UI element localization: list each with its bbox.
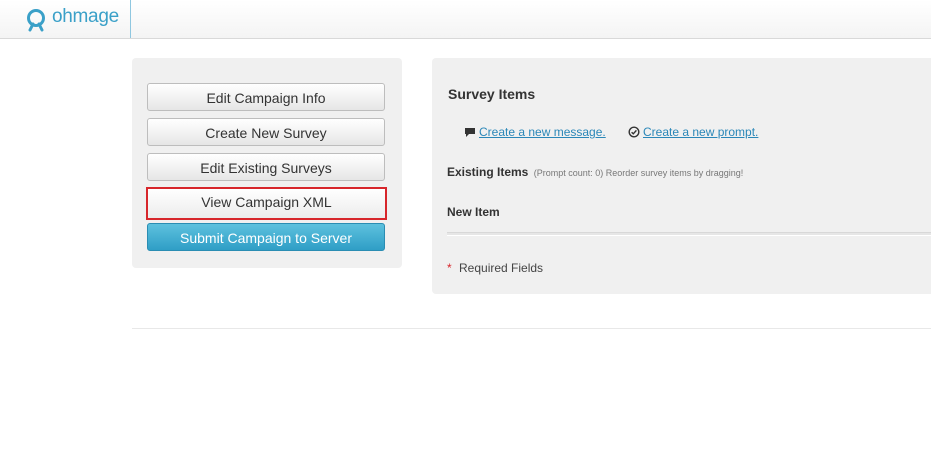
required-fields-note: * Required Fields — [447, 261, 543, 275]
view-campaign-xml-button[interactable]: View Campaign XML — [146, 187, 387, 220]
comment-icon — [465, 127, 475, 137]
create-new-survey-button[interactable]: Create New Survey — [147, 118, 385, 146]
edit-existing-surveys-button[interactable]: Edit Existing Surveys — [147, 153, 385, 181]
existing-items-note: (Prompt count: 0) Reorder survey items b… — [533, 168, 744, 178]
footer-divider — [132, 328, 931, 329]
brand-name: ohmage — [52, 6, 119, 27]
top-navbar: ohmage — [0, 0, 931, 39]
required-star: * — [447, 261, 452, 275]
create-message-link[interactable]: Create a new message. — [464, 125, 606, 139]
create-prompt-label: Create a new prompt. — [643, 125, 759, 139]
survey-items-panel: Survey Items Create a new message. Creat… — [432, 58, 931, 294]
create-message-label: Create a new message. — [479, 125, 606, 139]
submit-campaign-button[interactable]: Submit Campaign to Server — [147, 223, 385, 251]
new-item-label: New Item — [447, 205, 500, 219]
existing-items: Existing Items (Prompt count: 0) Reorder… — [447, 165, 743, 179]
required-fields-text: Required Fields — [459, 261, 544, 275]
survey-items-title: Survey Items — [448, 86, 536, 102]
brand-logo[interactable]: ohmage — [0, 0, 131, 38]
edit-campaign-info-button[interactable]: Edit Campaign Info — [147, 83, 385, 111]
campaign-actions-panel: Edit Campaign Info Create New Survey Edi… — [132, 58, 402, 268]
check-circle-icon — [628, 126, 640, 138]
existing-items-label: Existing Items — [447, 165, 529, 179]
divider — [447, 232, 931, 236]
create-prompt-link[interactable]: Create a new prompt. — [628, 125, 758, 139]
ohmage-logo-icon — [27, 9, 45, 32]
